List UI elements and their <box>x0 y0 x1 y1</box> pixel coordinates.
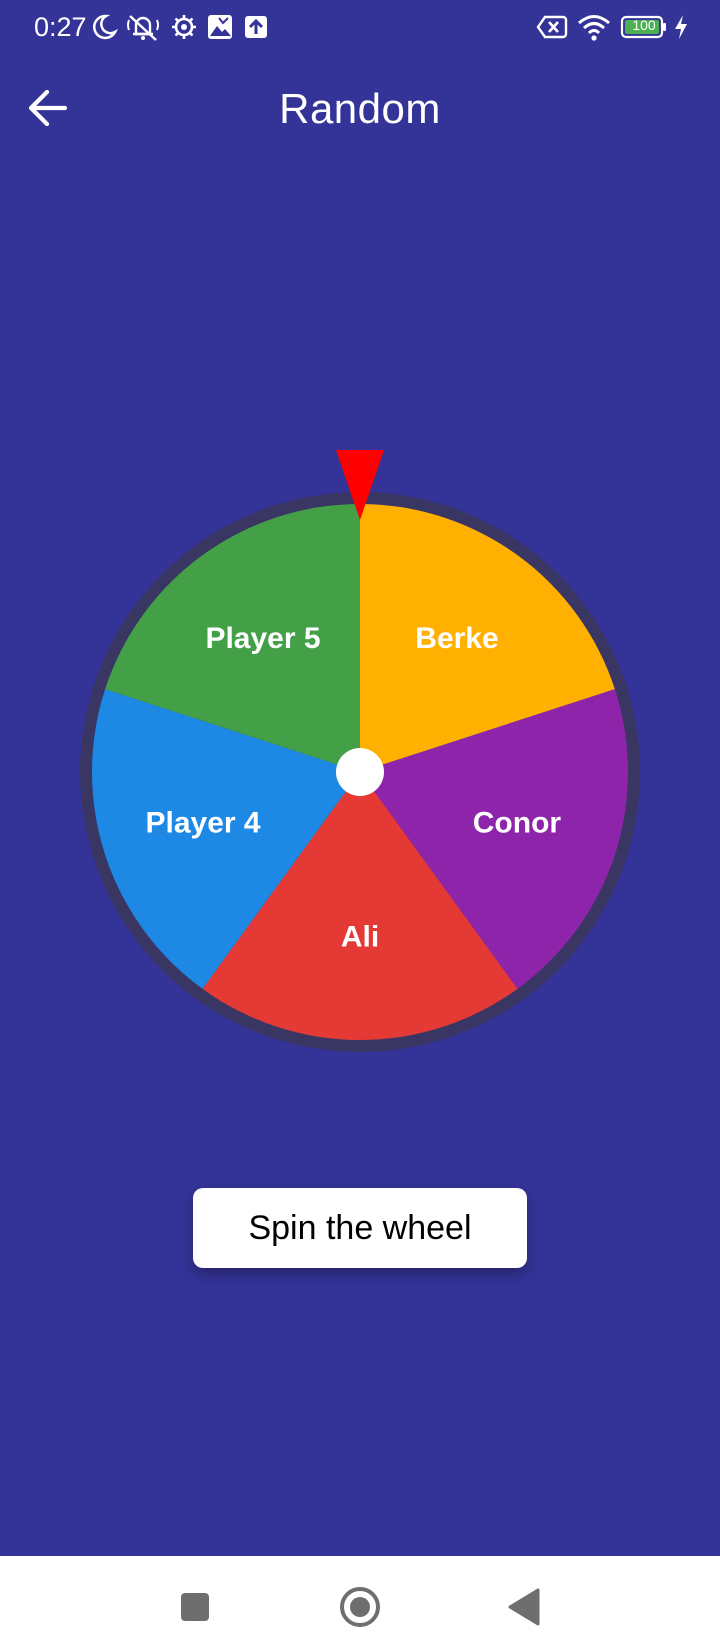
wheel[interactable]: Berke Conor Ali Player 4 Player 5 <box>72 440 648 1060</box>
upload-icon <box>245 16 267 38</box>
gallery-icon <box>208 15 232 39</box>
silent-bell-icon <box>127 15 159 41</box>
page-title: Random <box>279 85 441 132</box>
recents-button[interactable] <box>165 1582 225 1632</box>
wheel-segment-label: Ali <box>341 921 379 954</box>
app-bar: Random <box>0 54 720 164</box>
status-bar: 0:27 100 <box>0 0 720 54</box>
settings-icon <box>172 15 196 39</box>
wheel-hub <box>336 748 384 796</box>
home-button[interactable] <box>330 1582 390 1632</box>
back-triangle-icon <box>508 1588 540 1626</box>
nav-back-button[interactable] <box>494 1582 554 1632</box>
wheel-segment-label: Berke <box>415 622 498 655</box>
status-time: 0:27 <box>34 12 87 42</box>
wheel-segment-label: Player 5 <box>205 622 320 655</box>
wheel-area: Berke Conor Ali Player 4 Player 5 <box>72 440 648 1060</box>
wifi-icon <box>578 15 610 41</box>
wheel-segment-label: Conor <box>473 806 562 839</box>
no-sim-icon <box>536 15 568 39</box>
home-circle-icon <box>340 1587 380 1627</box>
charging-icon <box>675 15 687 39</box>
spin-wheel-button[interactable]: Spin the wheel <box>193 1188 527 1268</box>
battery-level-text: 100 <box>632 17 656 33</box>
moon-icon <box>92 14 118 40</box>
wheel-segment-label: Player 4 <box>146 806 261 839</box>
navigation-bar <box>0 1556 720 1650</box>
recents-square-icon <box>181 1593 209 1621</box>
